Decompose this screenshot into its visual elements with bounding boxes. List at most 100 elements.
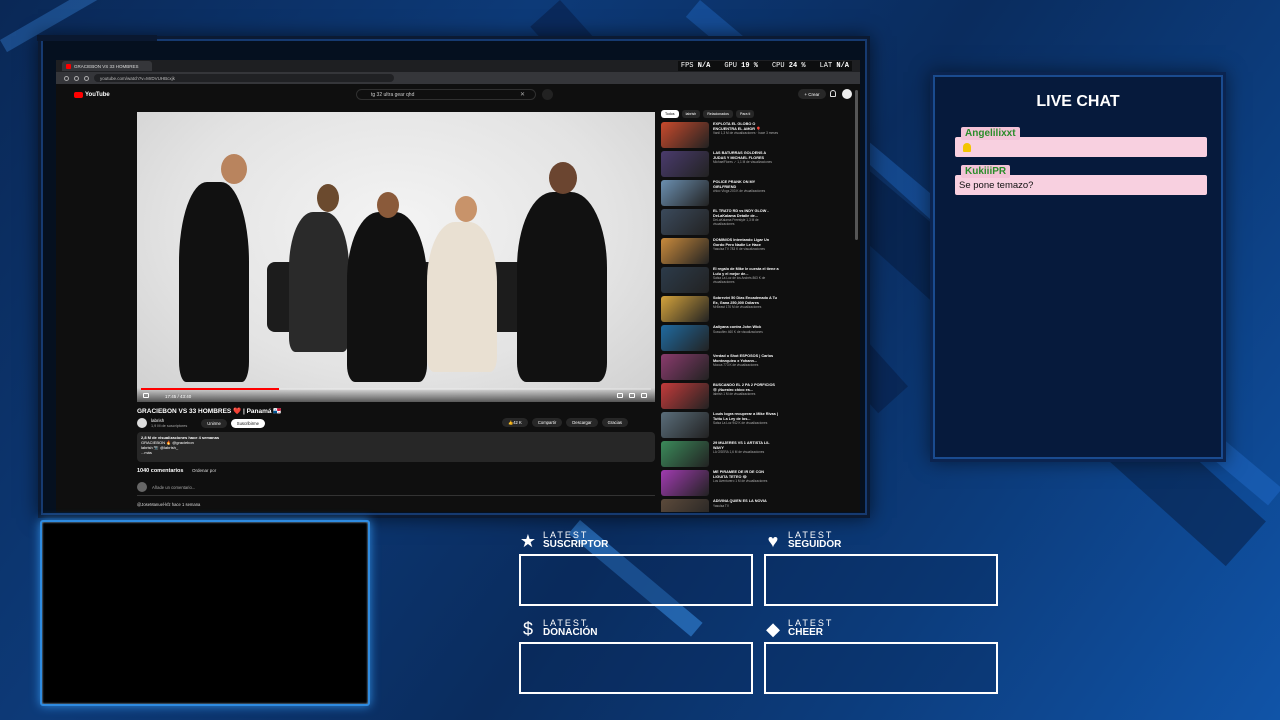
video-thumbnail[interactable]	[661, 180, 709, 206]
video-thumbnail[interactable]	[661, 412, 709, 438]
avatar	[137, 482, 147, 492]
recommendation-item[interactable]: El regalo de Mike le cuesta el tiene a L…	[661, 267, 781, 296]
gpu-stat: GPU 19 %	[724, 62, 758, 70]
youtube-logo[interactable]: YouTube	[74, 92, 110, 98]
notifications-bell-icon[interactable]	[830, 90, 836, 97]
cpu-stat: CPU 24 %	[771, 62, 806, 70]
recommendation-title[interactable]: El regalo de Mike le cuesta el tiene a L…	[713, 267, 779, 276]
video-person-head	[549, 162, 577, 194]
recommendation-item[interactable]: DOMINIOS Intentando Ligar Un Gordo Pero …	[661, 238, 781, 267]
chip-relacionados[interactable]: Relacionados	[703, 110, 733, 118]
recommendation-item[interactable]: Sobreviví 50 Días Encadenado A Tu Ex, Ga…	[661, 296, 781, 325]
recommendation-item[interactable]: POLICE PRANK ON MY GIRLFRIEND chico Vlogs…	[661, 180, 781, 209]
recommendation-meta: MrBeast 176 M de visualizaciones	[713, 305, 762, 310]
recommendation-title[interactable]: Verdad o Shot ESPOSOS | Carlos Montezqui…	[713, 354, 779, 363]
chip-todos[interactable]: Todos	[661, 110, 679, 118]
recommendation-item[interactable]: EL TRATO RD vs INDY GLOW - DeLaKalama De…	[661, 209, 781, 238]
chat-username: Angelilixxt	[961, 127, 1020, 140]
bell-icon	[963, 142, 971, 152]
recommendation-info: LAS BATURRAS GOLDENS A JUDAS Y MICHAEL F…	[713, 151, 779, 180]
video-thumbnail[interactable]	[661, 238, 709, 264]
sort-button[interactable]: Ordenar por	[192, 468, 216, 473]
recommendation-title[interactable]: DOMINIOS Intentando Ligar Un Gordo Pero …	[713, 238, 779, 247]
create-button[interactable]: + Crear	[798, 89, 826, 99]
video-thumbnail[interactable]	[661, 499, 709, 512]
avatar[interactable]	[842, 89, 852, 99]
video-thumbnail[interactable]	[661, 209, 709, 235]
search-input[interactable]: tg 32 ultra gear qhd ✕	[356, 89, 536, 100]
video-player[interactable]: 17:45 / 43:40	[137, 112, 655, 402]
video-progress-bar[interactable]	[141, 388, 651, 390]
channel-avatar[interactable]	[137, 418, 147, 428]
latest-suscriptor-widget: ★ LATEST SUSCRIPTOR	[519, 528, 753, 606]
recommendation-title[interactable]: Sobreviví 50 Días Encadenado A Tu Ex, Ga…	[713, 296, 779, 305]
video-thumbnail[interactable]	[661, 441, 709, 467]
like-button[interactable]: 👍 42 K	[502, 418, 528, 427]
add-comment-field[interactable]: Añade un comentario...	[137, 482, 655, 496]
theater-icon[interactable]	[629, 393, 635, 398]
recommendation-meta: chico Vlogs 203 K de visualizaciones	[713, 189, 766, 194]
recommendation-info: Verdad o Shot ESPOSOS | Carlos Montezqui…	[713, 354, 779, 383]
recommendation-item[interactable]: ADIVINA QUIEN ES LA NOVIA Yasulsa TV	[661, 499, 781, 512]
browser-tab[interactable]: GRACIEBON VS 33 HOMBRES	[62, 61, 152, 71]
video-thumbnail[interactable]	[661, 383, 709, 409]
clear-search-icon[interactable]: ✕	[520, 91, 525, 98]
latest-seguidor-box	[764, 554, 998, 606]
video-thumbnail[interactable]	[661, 122, 709, 148]
video-thumbnail[interactable]	[661, 325, 709, 351]
video-person	[289, 212, 349, 352]
video-thumbnail[interactable]	[661, 354, 709, 380]
recommendation-item[interactable]: ME PIRAMEE DE IR DE CON LIGUITA TETEO 😂 L…	[661, 470, 781, 499]
join-button[interactable]: Unirme	[201, 418, 227, 428]
reload-icon[interactable]	[84, 75, 89, 81]
video-thumbnail[interactable]	[661, 470, 709, 496]
recommendation-title[interactable]: ME PIRAMEE DE IR DE CON LIGUITA TETEO 😂	[713, 470, 779, 479]
settings-icon[interactable]	[617, 393, 623, 398]
recommendation-info: EXPLOTA EL GLOBO O ENCUENTRA EL AMOR 🎈 Va…	[713, 122, 779, 151]
recommendation-title[interactable]: BUSCANDO EL 2 PA 2 PORFICIOS 😄 ¡Nuestro …	[713, 383, 779, 392]
recommendation-info: Sobreviví 50 Días Encadenado A Tu Ex, Ga…	[713, 296, 779, 325]
youtube-header: YouTube tg 32 ultra gear qhd ✕ + Crear	[56, 84, 860, 106]
recommendation-item[interactable]: EXPLOTA EL GLOBO O ENCUENTRA EL AMOR 🎈 Va…	[661, 122, 781, 151]
video-person	[517, 192, 607, 382]
recommendation-item[interactable]: Aaliyana contra John Wick Sussuflex 460 K…	[661, 325, 781, 354]
back-icon[interactable]	[64, 75, 69, 81]
thanks-button[interactable]: Gracias	[601, 418, 628, 427]
chip-para-ti[interactable]: Para ti	[735, 110, 755, 118]
dollar-icon: $	[522, 619, 533, 639]
recommendation-meta: Sussuflex 460 K de visualizaciones	[713, 329, 763, 334]
play-icon[interactable]	[143, 393, 149, 398]
recommendation-title[interactable]: LAS BATURRAS GOLDENS A JUDAS Y MICHAEL F…	[713, 151, 779, 160]
recommendation-title[interactable]: EXPLOTA EL GLOBO O ENCUENTRA EL AMOR 🎈	[713, 122, 779, 131]
url-field[interactable]: youtube.com/watch?v=MrDVUHBcxjk	[94, 74, 394, 82]
recommendation-item[interactable]: Louis logra recuperar a Mike Rivas | Tut…	[661, 412, 781, 441]
recommendation-item[interactable]: BUSCANDO EL 2 PA 2 PORFICIOS 😄 ¡Nuestro …	[661, 383, 781, 412]
player-controls	[137, 388, 655, 402]
show-more-link[interactable]: ...más	[141, 450, 651, 455]
recommendation-title[interactable]: 29 MUJERES VS 1 ARTISTA LIL WAVY	[713, 441, 779, 450]
video-thumbnail[interactable]	[661, 151, 709, 177]
microphone-icon[interactable]	[542, 89, 553, 100]
recommendation-item[interactable]: 29 MUJERES VS 1 ARTISTA LIL WAVY LA OSERA…	[661, 441, 781, 470]
filter-chips: Todos labrish Relacionados Para ti	[661, 110, 781, 118]
tab-title: GRACIEBON VS 33 HOMBRES	[74, 63, 139, 69]
recommendation-item[interactable]: LAS BATURRAS GOLDENS A JUDAS Y MICHAEL F…	[661, 151, 781, 180]
chip-labrish[interactable]: labrish	[681, 110, 701, 118]
recommendation-info: ME PIRAMEE DE IR DE CON LIGUITA TETEO 😂 L…	[713, 470, 779, 499]
address-bar-row: youtube.com/watch?v=MrDVUHBcxjk	[56, 72, 860, 84]
fullscreen-icon[interactable]	[641, 393, 647, 398]
forward-icon[interactable]	[74, 75, 79, 81]
subscribe-button[interactable]: Suscribirme	[230, 418, 265, 428]
scrollbar[interactable]	[855, 90, 858, 240]
share-button[interactable]: Compartir	[531, 418, 563, 427]
recommendation-title[interactable]: EL TRATO RD vs INDY GLOW - DeLaKalama De…	[713, 209, 779, 218]
video-thumbnail[interactable]	[661, 267, 709, 293]
heart-icon: ♥	[767, 531, 779, 551]
video-thumbnail[interactable]	[661, 296, 709, 322]
download-button[interactable]: Descargar	[566, 418, 598, 427]
recommendation-item[interactable]: Verdad o Shot ESPOSOS | Carlos Montezqui…	[661, 354, 781, 383]
recommendation-title[interactable]: Louis logra recuperar a Mike Rivas | Tut…	[713, 412, 779, 421]
recommendation-title[interactable]: POLICE PRANK ON MY GIRLFRIEND	[713, 180, 779, 189]
video-description[interactable]: 2,8 M de visualizaciones hace 4 semanas …	[137, 432, 655, 462]
webcam-frame	[40, 520, 370, 706]
